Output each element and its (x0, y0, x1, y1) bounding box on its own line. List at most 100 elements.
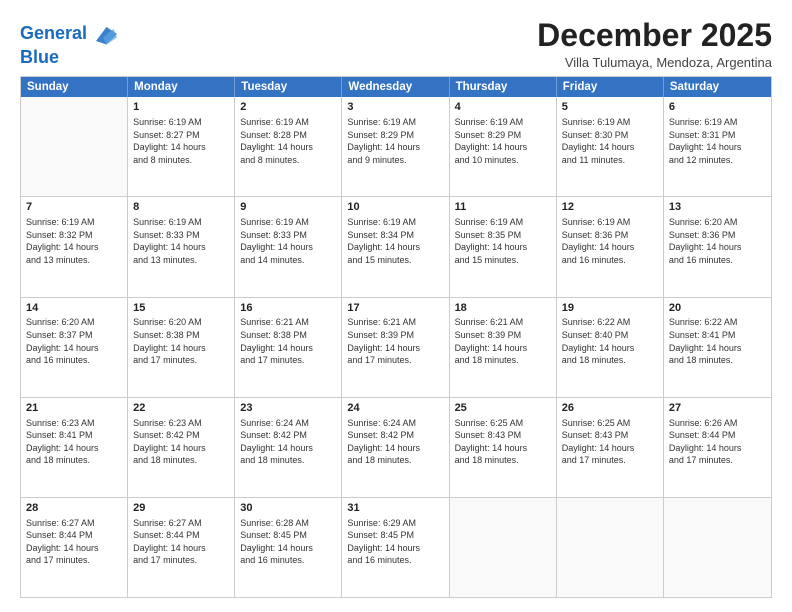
calendar-row-5: 28 Sunrise: 6:27 AMSunset: 8:44 PMDayligh… (21, 497, 771, 597)
calendar-cell: 21Sunrise: 6:23 AMSunset: 8:41 PMDayligh… (21, 398, 128, 497)
day-number: 28 (26, 501, 122, 516)
day-number: 11 (455, 200, 551, 215)
calendar-row-4: 21Sunrise: 6:23 AMSunset: 8:41 PMDayligh… (21, 397, 771, 497)
day-number: 8 (133, 200, 229, 215)
day-number: 14 (26, 301, 122, 316)
calendar-cell: 28Sunrise: 6:27 AMSunset: 8:44 PMDayligh… (21, 498, 128, 597)
calendar-cell (557, 498, 664, 597)
month-title: December 2025 (537, 18, 772, 53)
cell-info: Sunrise: 6:26 AMSunset: 8:44 PMDaylight:… (669, 417, 766, 467)
header: General Blue December 2025 Villa Tulumay… (20, 18, 772, 70)
header-day-wednesday: Wednesday (342, 77, 449, 97)
day-number: 18 (455, 301, 551, 316)
calendar-cell: 20Sunrise: 6:22 AMSunset: 8:41 PMDayligh… (664, 298, 771, 397)
day-number: 30 (240, 501, 336, 516)
cell-info: Sunrise: 6:19 AMSunset: 8:29 PMDaylight:… (347, 116, 443, 166)
day-number: 2 (240, 100, 336, 115)
calendar-cell: 15Sunrise: 6:20 AMSunset: 8:38 PMDayligh… (128, 298, 235, 397)
day-number: 21 (26, 401, 122, 416)
day-number: 26 (562, 401, 658, 416)
calendar-cell: 5Sunrise: 6:19 AMSunset: 8:30 PMDaylight… (557, 97, 664, 196)
cell-info: Sunrise: 6:21 AMSunset: 8:39 PMDaylight:… (455, 316, 551, 366)
calendar-cell: 29Sunrise: 6:27 AMSunset: 8:44 PMDayligh… (128, 498, 235, 597)
cell-info: Sunrise: 6:27 AMSunset: 8:44 PMDaylight:… (133, 517, 229, 567)
day-number: 22 (133, 401, 229, 416)
cell-info: Sunrise: 6:23 AMSunset: 8:42 PMDaylight:… (133, 417, 229, 467)
cell-info: Sunrise: 6:24 AMSunset: 8:42 PMDaylight:… (240, 417, 336, 467)
calendar: SundayMondayTuesdayWednesdayThursdayFrid… (20, 76, 772, 598)
calendar-cell: 19Sunrise: 6:22 AMSunset: 8:40 PMDayligh… (557, 298, 664, 397)
logo-icon (89, 20, 117, 48)
cell-info: Sunrise: 6:22 AMSunset: 8:41 PMDaylight:… (669, 316, 766, 366)
day-number: 25 (455, 401, 551, 416)
header-day-sunday: Sunday (21, 77, 128, 97)
day-number: 17 (347, 301, 443, 316)
day-number: 31 (347, 501, 443, 516)
cell-info: Sunrise: 6:19 AMSunset: 8:33 PMDaylight:… (133, 216, 229, 266)
cell-info: Sunrise: 6:19 AMSunset: 8:27 PMDaylight:… (133, 116, 229, 166)
day-number: 4 (455, 100, 551, 115)
calendar-cell: 31Sunrise: 6:29 AMSunset: 8:45 PMDayligh… (342, 498, 449, 597)
calendar-cell: 1Sunrise: 6:19 AMSunset: 8:27 PMDaylight… (128, 97, 235, 196)
cell-info: Sunrise: 6:19 AMSunset: 8:30 PMDaylight:… (562, 116, 658, 166)
calendar-cell: 3Sunrise: 6:19 AMSunset: 8:29 PMDaylight… (342, 97, 449, 196)
calendar-cell: 18Sunrise: 6:21 AMSunset: 8:39 PMDayligh… (450, 298, 557, 397)
cell-info: Sunrise: 6:19 AMSunset: 8:33 PMDaylight:… (240, 216, 336, 266)
title-block: December 2025 Villa Tulumaya, Mendoza, A… (537, 18, 772, 70)
cell-info: Sunrise: 6:23 AMSunset: 8:41 PMDaylight:… (26, 417, 122, 467)
cell-info: Sunrise: 6:19 AMSunset: 8:29 PMDaylight:… (455, 116, 551, 166)
cell-info: Sunrise: 6:25 AMSunset: 8:43 PMDaylight:… (562, 417, 658, 467)
day-number: 7 (26, 200, 122, 215)
calendar-cell: 23Sunrise: 6:24 AMSunset: 8:42 PMDayligh… (235, 398, 342, 497)
cell-info: Sunrise: 6:21 AMSunset: 8:39 PMDaylight:… (347, 316, 443, 366)
day-number: 15 (133, 301, 229, 316)
cell-info: Sunrise: 6:19 AMSunset: 8:35 PMDaylight:… (455, 216, 551, 266)
calendar-cell: 6Sunrise: 6:19 AMSunset: 8:31 PMDaylight… (664, 97, 771, 196)
day-number: 6 (669, 100, 766, 115)
day-number: 27 (669, 401, 766, 416)
calendar-row-2: 7Sunrise: 6:19 AMSunset: 8:32 PMDaylight… (21, 196, 771, 296)
calendar-cell: 24Sunrise: 6:24 AMSunset: 8:42 PMDayligh… (342, 398, 449, 497)
cell-info: Sunrise: 6:20 AMSunset: 8:36 PMDaylight:… (669, 216, 766, 266)
header-day-saturday: Saturday (664, 77, 771, 97)
calendar-cell: 22Sunrise: 6:23 AMSunset: 8:42 PMDayligh… (128, 398, 235, 497)
day-number: 5 (562, 100, 658, 115)
calendar-header: SundayMondayTuesdayWednesdayThursdayFrid… (21, 77, 771, 97)
location-subtitle: Villa Tulumaya, Mendoza, Argentina (537, 55, 772, 70)
calendar-cell (450, 498, 557, 597)
header-day-monday: Monday (128, 77, 235, 97)
calendar-cell: 30Sunrise: 6:28 AMSunset: 8:45 PMDayligh… (235, 498, 342, 597)
cell-info: Sunrise: 6:19 AMSunset: 8:32 PMDaylight:… (26, 216, 122, 266)
calendar-cell: 12Sunrise: 6:19 AMSunset: 8:36 PMDayligh… (557, 197, 664, 296)
day-number: 3 (347, 100, 443, 115)
cell-info: Sunrise: 6:20 AMSunset: 8:38 PMDaylight:… (133, 316, 229, 366)
cell-info: Sunrise: 6:19 AMSunset: 8:36 PMDaylight:… (562, 216, 658, 266)
calendar-cell: 26Sunrise: 6:25 AMSunset: 8:43 PMDayligh… (557, 398, 664, 497)
calendar-row-1: 1Sunrise: 6:19 AMSunset: 8:27 PMDaylight… (21, 97, 771, 196)
day-number: 23 (240, 401, 336, 416)
calendar-cell: 17Sunrise: 6:21 AMSunset: 8:39 PMDayligh… (342, 298, 449, 397)
calendar-cell: 11Sunrise: 6:19 AMSunset: 8:35 PMDayligh… (450, 197, 557, 296)
header-day-tuesday: Tuesday (235, 77, 342, 97)
day-number: 9 (240, 200, 336, 215)
calendar-cell: 2Sunrise: 6:19 AMSunset: 8:28 PMDaylight… (235, 97, 342, 196)
cell-info: Sunrise: 6:24 AMSunset: 8:42 PMDaylight:… (347, 417, 443, 467)
cell-info: Sunrise: 6:22 AMSunset: 8:40 PMDaylight:… (562, 316, 658, 366)
calendar-cell (664, 498, 771, 597)
calendar-cell: 13Sunrise: 6:20 AMSunset: 8:36 PMDayligh… (664, 197, 771, 296)
day-number: 16 (240, 301, 336, 316)
cell-info: Sunrise: 6:20 AMSunset: 8:37 PMDaylight:… (26, 316, 122, 366)
day-number: 10 (347, 200, 443, 215)
day-number: 1 (133, 100, 229, 115)
header-day-thursday: Thursday (450, 77, 557, 97)
calendar-body: 1Sunrise: 6:19 AMSunset: 8:27 PMDaylight… (21, 97, 771, 597)
calendar-cell: 9Sunrise: 6:19 AMSunset: 8:33 PMDaylight… (235, 197, 342, 296)
calendar-row-3: 14Sunrise: 6:20 AMSunset: 8:37 PMDayligh… (21, 297, 771, 397)
day-number: 13 (669, 200, 766, 215)
calendar-cell: 14Sunrise: 6:20 AMSunset: 8:37 PMDayligh… (21, 298, 128, 397)
logo: General Blue (20, 20, 117, 68)
day-number: 12 (562, 200, 658, 215)
day-number: 24 (347, 401, 443, 416)
calendar-cell: 7Sunrise: 6:19 AMSunset: 8:32 PMDaylight… (21, 197, 128, 296)
cell-info: Sunrise: 6:28 AMSunset: 8:45 PMDaylight:… (240, 517, 336, 567)
